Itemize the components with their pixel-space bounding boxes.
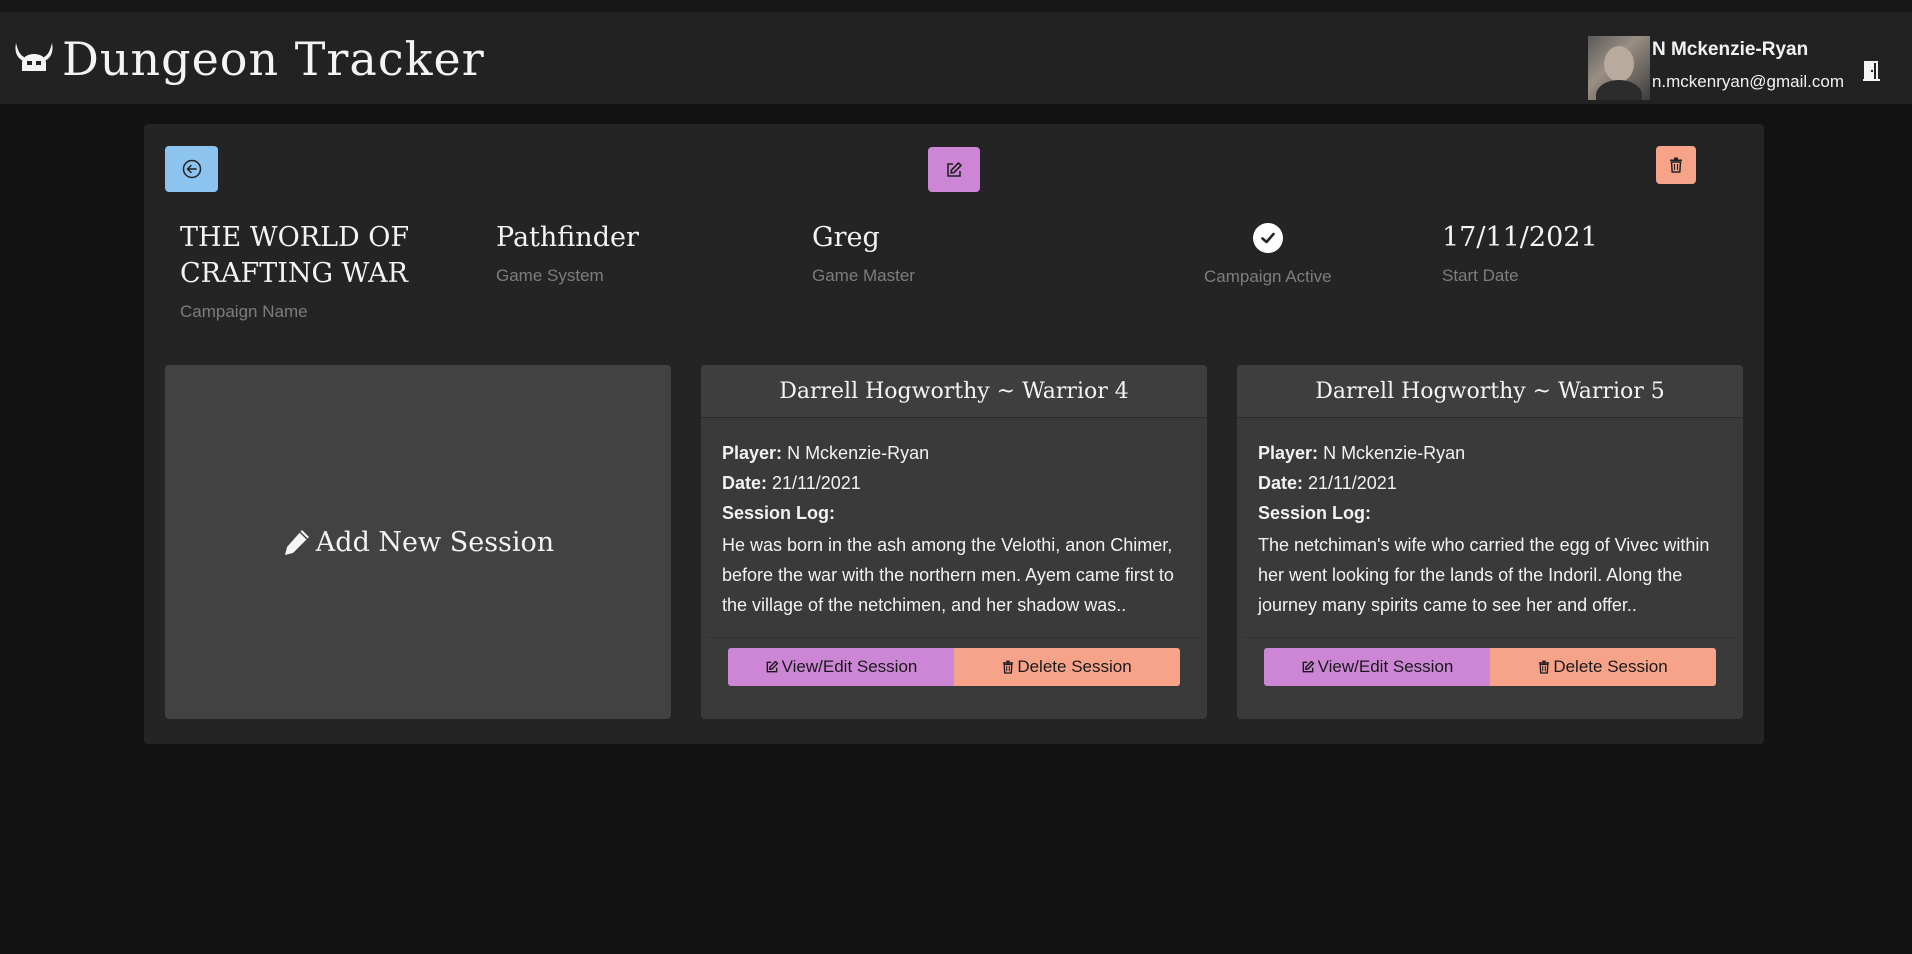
trash-icon — [1670, 157, 1682, 173]
check-circle-icon — [1252, 223, 1283, 253]
delete-session-label: Delete Session — [1553, 657, 1668, 676]
session-log: The netchiman's wife who carried the egg… — [1258, 535, 1710, 615]
session-card: Darrell Hogworthy ~ Warrior 5 Player: N … — [1237, 365, 1743, 719]
delete-session-button[interactable]: Delete Session — [954, 648, 1180, 686]
session-player: N Mckenzie-Ryan — [1323, 443, 1466, 463]
edit-campaign-button[interactable] — [928, 147, 980, 192]
campaign-name-label: Campaign Name — [180, 302, 308, 321]
session-date: 21/11/2021 — [1308, 473, 1397, 493]
date-label: Date: — [1258, 473, 1304, 493]
trash-icon — [1003, 660, 1014, 674]
horned-helmet-icon — [15, 43, 53, 71]
session-card: Darrell Hogworthy ~ Warrior 4 Player: N … — [701, 365, 1207, 719]
user-email: n.mckenryan@gmail.com — [1651, 72, 1844, 91]
game-master-label: Game Master — [812, 266, 915, 285]
session-actions: View/Edit Session Delete Session — [708, 637, 1200, 686]
delete-session-label: Delete Session — [1017, 657, 1132, 676]
pencil-square-icon — [947, 161, 962, 177]
date-label: Date: — [722, 473, 768, 493]
session-log: He was born in the ash among the Velothi… — [722, 535, 1174, 615]
pencil-icon — [284, 530, 309, 555]
game-master: Greg — [812, 222, 880, 253]
view-edit-session-button[interactable]: View/Edit Session — [728, 648, 954, 686]
avatar[interactable] — [1587, 36, 1650, 100]
player-label: Player: — [1258, 443, 1319, 463]
session-date: 21/11/2021 — [772, 473, 861, 493]
campaign-active-field: Campaign Active — [1204, 220, 1332, 287]
game-system: Pathfinder — [496, 222, 639, 253]
game-master-field: Greg Game Master — [812, 220, 915, 286]
user-name: N Mckenzie-Ryan — [1651, 39, 1809, 60]
view-edit-label: View/Edit Session — [781, 657, 918, 676]
user-block: N Mckenzie-Ryan n.mckenryan@gmail.com — [1587, 36, 1912, 100]
game-system-label: Game System — [496, 266, 604, 285]
start-date: 17/11/2021 — [1442, 222, 1598, 253]
add-new-session-card[interactable]: Add New Session — [165, 365, 671, 719]
session-log-label: Session Log: — [722, 503, 836, 523]
session-actions: View/Edit Session Delete Session — [1244, 637, 1736, 686]
pencil-square-icon — [1302, 660, 1314, 673]
session-title: Darrell Hogworthy ~ Warrior 4 — [701, 365, 1207, 418]
arrow-left-circle-icon — [182, 159, 201, 179]
add-new-session-label: Add New Session — [315, 526, 555, 558]
session-player: N Mckenzie-Ryan — [787, 443, 930, 463]
view-edit-label: View/Edit Session — [1317, 657, 1454, 676]
player-label: Player: — [722, 443, 783, 463]
back-button[interactable] — [165, 146, 218, 192]
view-edit-session-button[interactable]: View/Edit Session — [1264, 648, 1490, 686]
session-log-label: Session Log: — [1258, 503, 1372, 523]
trash-icon — [1539, 660, 1550, 674]
start-date-label: Start Date — [1442, 266, 1519, 285]
delete-session-button[interactable]: Delete Session — [1490, 648, 1716, 686]
brand[interactable]: Dungeon Tracker — [12, 32, 485, 86]
app-title: Dungeon Tracker — [62, 32, 485, 86]
start-date-field: 17/11/2021 Start Date — [1442, 220, 1598, 286]
delete-campaign-button[interactable] — [1656, 146, 1696, 184]
campaign-active-label: Campaign Active — [1204, 267, 1332, 286]
campaign-name-field: THE WORLD OF CRAFTING WAR Campaign Name — [180, 220, 440, 322]
top-bar: Dungeon Tracker N Mckenzie-Ryan n.mckenr… — [0, 0, 1912, 104]
door-icon[interactable] — [1862, 60, 1882, 82]
campaign-name: THE WORLD OF CRAFTING WAR — [180, 222, 410, 289]
session-title: Darrell Hogworthy ~ Warrior 5 — [1237, 365, 1743, 418]
game-system-field: Pathfinder Game System — [496, 220, 639, 286]
pencil-square-icon — [766, 660, 778, 673]
campaign-panel: THE WORLD OF CRAFTING WAR Campaign Name … — [144, 124, 1764, 744]
